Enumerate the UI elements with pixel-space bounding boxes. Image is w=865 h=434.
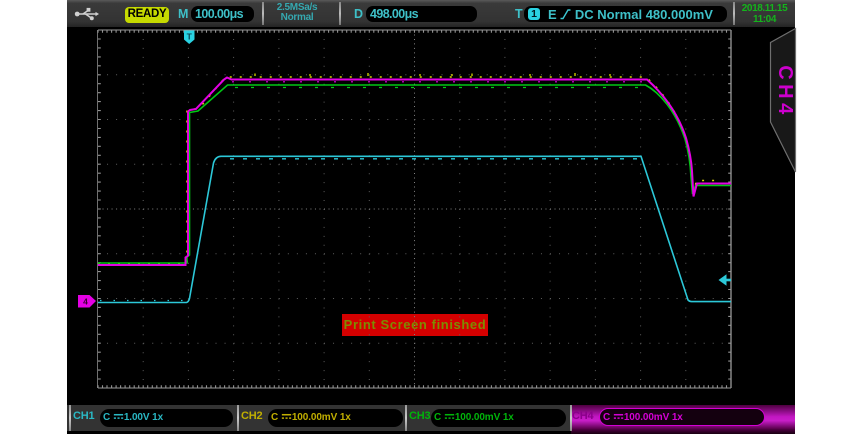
svg-text:CH4: CH4 bbox=[774, 65, 796, 119]
svg-text:4: 4 bbox=[83, 297, 88, 307]
svg-text:T: T bbox=[187, 32, 193, 42]
